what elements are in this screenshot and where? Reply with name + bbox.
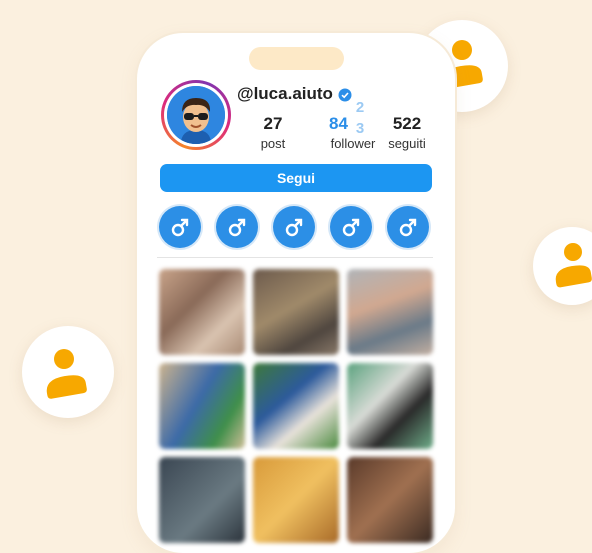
- post-thumbnail[interactable]: [347, 269, 433, 355]
- phone-frame: @luca.aiuto 27 post 84 2 3 follower 522 …: [137, 33, 455, 553]
- highlight-4[interactable]: [330, 206, 372, 248]
- followers-stat[interactable]: 84 2 3 follower: [325, 100, 381, 152]
- following-label: seguiti: [388, 136, 426, 151]
- user-bubble-right: [533, 227, 592, 305]
- section-divider: [157, 257, 433, 258]
- male-symbol-icon: [285, 218, 303, 237]
- post-thumbnail[interactable]: [347, 363, 433, 449]
- user-icon: [46, 349, 87, 399]
- highlight-2[interactable]: [216, 206, 258, 248]
- post-thumbnail[interactable]: [253, 269, 339, 355]
- posts-label: post: [260, 136, 286, 151]
- highlight-3[interactable]: [273, 206, 315, 248]
- followers-rolling-digit: 2 3: [355, 100, 365, 136]
- following-count: 522: [392, 114, 422, 133]
- post-thumbnail[interactable]: [253, 457, 339, 543]
- username-text: @luca.aiuto: [237, 84, 333, 103]
- male-symbol-icon: [171, 218, 189, 237]
- following-stat[interactable]: 522 seguiti: [385, 114, 429, 152]
- followers-label: follower: [330, 136, 376, 151]
- post-thumbnail[interactable]: [159, 363, 245, 449]
- male-symbol-icon: [228, 218, 246, 237]
- post-thumbnail[interactable]: [159, 269, 245, 355]
- posts-stat[interactable]: 27 post: [253, 114, 293, 152]
- follow-button[interactable]: Segui: [160, 164, 432, 192]
- phone-notch: [249, 47, 344, 70]
- roll-digit-bottom: 3: [355, 120, 365, 137]
- posts-count: 27: [263, 114, 283, 133]
- male-symbol-icon: [399, 218, 417, 237]
- roll-digit-top: 2: [355, 99, 365, 116]
- user-bubble-left: [22, 326, 114, 418]
- profile-username: @luca.aiuto: [237, 84, 352, 104]
- post-thumbnail[interactable]: [253, 363, 339, 449]
- story-highlights: [157, 206, 437, 252]
- highlight-1[interactable]: [159, 206, 201, 248]
- post-thumbnail[interactable]: [159, 457, 245, 543]
- verified-badge-icon: [338, 87, 352, 102]
- male-symbol-icon: [342, 218, 360, 237]
- followers-count: 84 2 3: [325, 100, 381, 136]
- highlight-5[interactable]: [387, 206, 429, 248]
- profile-avatar[interactable]: [161, 80, 231, 150]
- user-icon: [555, 243, 592, 288]
- post-thumbnail[interactable]: [347, 457, 433, 543]
- followers-count-value: 84: [329, 114, 348, 133]
- memoji-avatar-icon: [167, 86, 225, 144]
